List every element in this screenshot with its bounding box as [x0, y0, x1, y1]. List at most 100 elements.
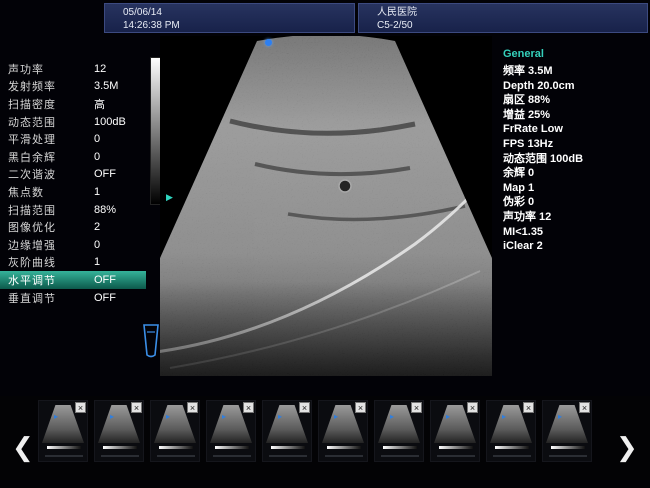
info-line: FPS 13Hz [503, 137, 648, 152]
parameter-row[interactable]: 垂直调节 OFF [0, 289, 146, 307]
info-line: 动态范围 100dB [503, 152, 648, 167]
thumbnail-marker-icon: ▸ [390, 412, 394, 421]
ultrasound-image [160, 36, 492, 376]
parameter-row[interactable]: 发射频率 3.5M [0, 78, 146, 96]
thumbnail[interactable]: ▸ × [486, 400, 536, 462]
info-line: 声功率 12 [503, 210, 648, 225]
time-text: 14:26:38 PM [123, 19, 354, 32]
ultrasound-screen: 05/06/14 14:26:38 PM 人民医院 C5-2/50 声功率 12… [0, 0, 650, 488]
thumbnail[interactable]: ▸ × [150, 400, 200, 462]
thumbnail-grayscale [271, 446, 305, 449]
parameter-label: 二次谐波 [8, 166, 94, 182]
thumbnail-close-button[interactable]: × [467, 402, 478, 413]
parameter-row[interactable]: 图像优化 2 [0, 218, 146, 236]
date-text: 05/06/14 [123, 6, 354, 19]
thumbnail-caption [213, 455, 251, 457]
thumbnail-grayscale [159, 446, 193, 449]
pointer-dot [265, 39, 272, 46]
thumbnail-close-button[interactable]: × [299, 402, 310, 413]
thumbnail-grayscale [47, 446, 81, 449]
parameter-row[interactable]: 动态范围 100dB [0, 113, 146, 131]
thumbnail-caption [325, 455, 363, 457]
thumbnail[interactable]: ▸ × [38, 400, 88, 462]
thumbnail-marker-icon: ▸ [54, 412, 58, 421]
thumbnail-close-button[interactable]: × [243, 402, 254, 413]
thumbnail-caption [269, 455, 307, 457]
thumbnail-list: ▸ × ▸ × ▸ × ▸ × ▸ × ▸ × [38, 400, 592, 462]
body-mark-icon[interactable] [138, 322, 164, 360]
parameter-value: 1 [94, 256, 100, 268]
parameter-row[interactable]: 边缘增强 0 [0, 236, 146, 254]
film-strip: ❮ ▸ × ▸ × ▸ × ▸ × ▸ × ▸ × [0, 396, 650, 480]
parameter-row[interactable]: 二次谐波 OFF [0, 166, 146, 184]
thumbnail-close-button[interactable]: × [523, 402, 534, 413]
thumbnail-marker-icon: ▸ [222, 412, 226, 421]
parameter-row[interactable]: 水平调节 OFF [0, 271, 146, 289]
info-lines: 频率 3.5M Depth 20.0cm 扇区 88% 增益 25% FrRat… [503, 64, 648, 254]
probe-model: C5-2/50 [377, 19, 647, 32]
thumbnail-grayscale [551, 446, 585, 449]
thumbnail[interactable]: ▸ × [206, 400, 256, 462]
info-line: MI<1.35 [503, 225, 648, 240]
thumbnail[interactable]: ▸ × [318, 400, 368, 462]
parameter-row[interactable]: 黑白余辉 0 [0, 148, 146, 166]
thumbnail-marker-icon: ▸ [558, 412, 562, 421]
parameter-row[interactable]: 扫描范围 88% [0, 201, 146, 219]
parameter-row[interactable]: 声功率 12 [0, 60, 146, 78]
thumbnail-grayscale [327, 446, 361, 449]
info-line: 频率 3.5M [503, 64, 648, 79]
thumbnail[interactable]: ▸ × [430, 400, 480, 462]
thumbnail-grayscale [103, 446, 137, 449]
thumbnail-grayscale [495, 446, 529, 449]
focus-marker-icon[interactable]: ▶ [166, 192, 173, 203]
parameter-label: 声功率 [8, 61, 94, 77]
parameter-label: 焦点数 [8, 184, 94, 200]
parameter-label: 发射频率 [8, 78, 94, 94]
parameter-row[interactable]: 灰阶曲线 1 [0, 254, 146, 272]
thumbnail-caption [493, 455, 531, 457]
info-line: FrRate Low [503, 122, 648, 137]
thumbnail[interactable]: ▸ × [374, 400, 424, 462]
thumbnail-close-button[interactable]: × [187, 402, 198, 413]
thumbnail-grayscale [383, 446, 417, 449]
thumbnail-caption [45, 455, 83, 457]
datetime-panel: 05/06/14 14:26:38 PM [104, 3, 355, 33]
parameter-label: 扫描范围 [8, 202, 94, 218]
prev-thumbnails-button[interactable]: ❮ [12, 434, 34, 460]
parameter-value: 0 [94, 151, 100, 163]
thumbnail-caption [381, 455, 419, 457]
info-line: Depth 20.0cm [503, 79, 648, 94]
parameter-label: 图像优化 [8, 219, 94, 235]
thumbnail-close-button[interactable]: × [131, 402, 142, 413]
parameter-label: 扫描密度 [8, 96, 94, 112]
thumbnail-close-button[interactable]: × [355, 402, 366, 413]
parameter-value: 3.5M [94, 80, 118, 92]
thumbnail-close-button[interactable]: × [75, 402, 86, 413]
preset-title: General [503, 48, 648, 60]
thumbnail[interactable]: ▸ × [94, 400, 144, 462]
parameter-label: 边缘增强 [8, 237, 94, 253]
parameter-label: 黑白余辉 [8, 149, 94, 165]
next-thumbnails-button[interactable]: ❯ [616, 434, 638, 460]
parameter-label: 平滑处理 [8, 131, 94, 147]
parameter-row[interactable]: 平滑处理 0 [0, 130, 146, 148]
parameter-value: OFF [94, 168, 116, 180]
parameter-value: OFF [94, 274, 116, 286]
thumbnail-close-button[interactable]: × [411, 402, 422, 413]
parameter-row[interactable]: 扫描密度 高 [0, 95, 146, 113]
parameter-row[interactable]: 焦点数 1 [0, 183, 146, 201]
info-line: Map 1 [503, 181, 648, 196]
ultrasound-sector-graphic [160, 36, 492, 376]
thumbnail-grayscale [215, 446, 249, 449]
thumbnail-marker-icon: ▸ [166, 412, 170, 421]
info-line: 余辉 0 [503, 166, 648, 181]
thumbnail-caption [549, 455, 587, 457]
thumbnail[interactable]: ▸ × [542, 400, 592, 462]
thumbnail-close-button[interactable]: × [579, 402, 590, 413]
parameter-label: 垂直调节 [8, 290, 94, 306]
thumbnail-marker-icon: ▸ [334, 412, 338, 421]
parameter-value: 1 [94, 186, 100, 198]
thumbnail-marker-icon: ▸ [110, 412, 114, 421]
parameter-value: 0 [94, 133, 100, 145]
thumbnail[interactable]: ▸ × [262, 400, 312, 462]
